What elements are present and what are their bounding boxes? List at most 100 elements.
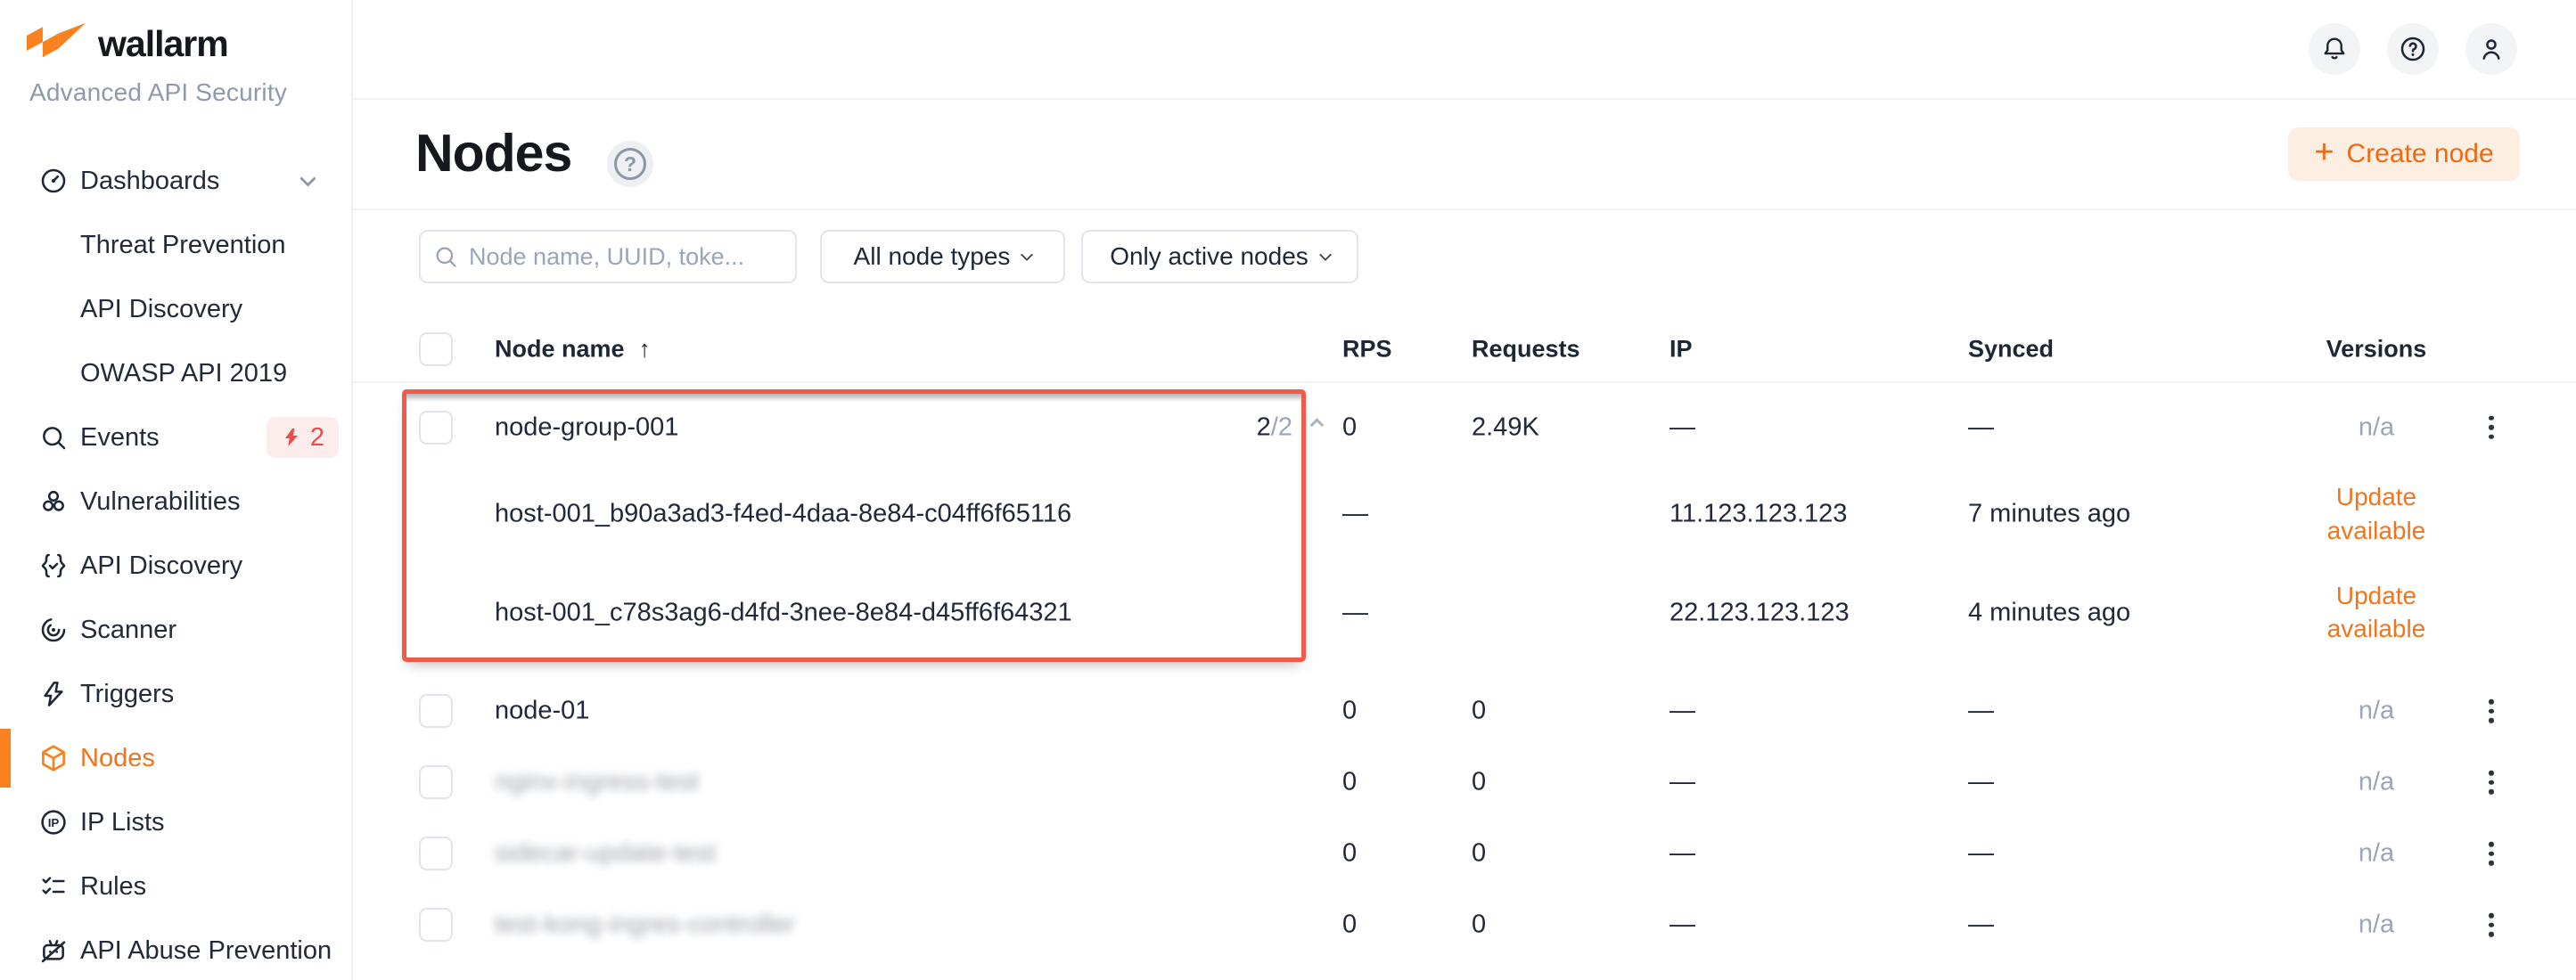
sidebar-item-api-discovery-dashboard[interactable]: API Discovery [0, 277, 351, 341]
row-checkbox[interactable] [419, 908, 453, 942]
row-checkbox[interactable] [419, 837, 453, 870]
sidebar-item-api-discovery[interactable]: API Discovery [0, 534, 351, 598]
table-row[interactable]: test-kong-ingres-controller 0 0 — — n/a [353, 889, 2576, 960]
create-node-button[interactable]: + Create node [2288, 127, 2520, 181]
requests-value: 0 [1472, 697, 1486, 726]
column-requests[interactable]: Requests [1472, 336, 1580, 363]
braces-check-icon [37, 550, 70, 582]
node-type-filter[interactable]: All node types [820, 230, 1065, 283]
rps-value: 0 [1342, 839, 1357, 869]
ip-value: — [1669, 412, 1695, 442]
sidebar-item-label: Events [80, 423, 160, 453]
sidebar-item-label: API Abuse Prevention [80, 936, 332, 966]
ip-value: — [1669, 768, 1695, 797]
sidebar-item-label: API Discovery [80, 551, 242, 581]
row-menu-button[interactable] [2478, 842, 2505, 866]
count-total: /2 [1271, 412, 1292, 441]
select-all-checkbox[interactable] [419, 332, 453, 366]
collapse-group-icon[interactable] [1310, 418, 1325, 432]
svg-text:IP: IP [48, 816, 60, 829]
count-active: 2 [1257, 412, 1271, 441]
column-synced[interactable]: Synced [1968, 336, 2054, 363]
sidebar-item-vulnerabilities[interactable]: Vulnerabilities [0, 470, 351, 534]
topbar [353, 0, 2576, 100]
update-available-link[interactable]: Update available [2303, 480, 2450, 548]
row-checkbox[interactable] [419, 765, 453, 799]
node-name-redacted: sidecar-update-test [495, 839, 716, 869]
sidebar-item-threat-prevention[interactable]: Threat Prevention [0, 213, 351, 277]
sidebar-item-label: API Discovery [80, 295, 242, 324]
column-versions[interactable]: Versions [2269, 336, 2483, 363]
bell-icon [2320, 35, 2349, 63]
help-button[interactable] [2387, 23, 2439, 75]
sidebar-item-ip-lists[interactable]: IP IP Lists [0, 790, 351, 854]
row-menu-button[interactable] [2478, 415, 2505, 439]
column-ip[interactable]: IP [1669, 336, 1693, 363]
scanner-spiral-icon [37, 614, 70, 646]
sidebar-item-label: Triggers [80, 680, 174, 709]
plus-icon: + [2314, 134, 2334, 172]
brand-subtitle: Advanced API Security [29, 78, 287, 107]
sidebar-item-dashboards[interactable]: Dashboards [0, 149, 351, 213]
nodes-page: wallarm Advanced API Security Dashboards… [0, 0, 2576, 980]
row-checkbox[interactable] [419, 411, 453, 445]
page-title: Nodes [415, 123, 571, 184]
sidebar-nav: Dashboards Threat Prevention API Discove… [0, 149, 351, 980]
sidebar-item-label: Threat Prevention [80, 231, 286, 260]
table-row-group[interactable]: node-group-001 2/2 0 2.49K — — n/a [353, 389, 2576, 465]
versions-value: n/a [2269, 911, 2483, 940]
notifications-button[interactable] [2309, 23, 2360, 75]
column-node-name[interactable]: Node name↑ [495, 336, 651, 363]
events-count: 2 [310, 423, 324, 453]
table-row[interactable]: sidecar-update-test 0 0 — — n/a [353, 818, 2576, 889]
biohazard-icon [37, 486, 70, 518]
sidebar-item-events[interactable]: Events 2 [0, 405, 351, 470]
row-menu-button[interactable] [2478, 699, 2505, 723]
account-button[interactable] [2465, 23, 2517, 75]
brand-name: wallarm [98, 23, 228, 65]
synced-value: — [1968, 911, 1994, 940]
versions-value: n/a [2269, 768, 2483, 797]
chevron-down-icon [1021, 248, 1033, 260]
sidebar-item-scanner[interactable]: Scanner [0, 598, 351, 662]
sidebar-item-nodes[interactable]: Nodes [0, 726, 351, 790]
table-row-group-instance[interactable]: host-001_b90a3ad3-f4ed-4daa-8e84-c04ff6f… [353, 465, 2576, 563]
ip-value: 22.123.123.123 [1669, 598, 1850, 627]
header-divider [353, 381, 2576, 383]
row-menu-button[interactable] [2478, 771, 2505, 795]
nodes-hexagon-icon [37, 742, 70, 774]
ip-value: — [1669, 839, 1695, 869]
sidebar-item-owasp-api-2019[interactable]: OWASP API 2019 [0, 341, 351, 405]
update-available-link[interactable]: Update available [2303, 579, 2450, 647]
table-row[interactable]: node-01 0 0 — — n/a [353, 675, 2576, 747]
table-header: Node name↑ RPS Requests IP Synced Versio… [353, 317, 2576, 381]
sidebar: wallarm Advanced API Security Dashboards… [0, 0, 353, 980]
table-row-group-instance[interactable]: host-001_c78s3ag6-d4fd-3nee-8e84-d45ff6f… [353, 563, 2576, 662]
rps-value: 0 [1342, 768, 1357, 797]
rps-value: 0 [1342, 412, 1357, 442]
sidebar-item-label: Rules [80, 872, 146, 902]
gauge-icon [37, 165, 70, 197]
sidebar-item-api-abuse-prevention[interactable]: API Abuse Prevention [0, 919, 351, 980]
sidebar-item-label: Dashboards [80, 167, 219, 196]
requests-value: 2.49K [1472, 412, 1539, 442]
sidebar-item-label: Nodes [80, 744, 155, 773]
instance-name: host-001_b90a3ad3-f4ed-4daa-8e84-c04ff6f… [495, 500, 1071, 529]
search-input[interactable] [469, 243, 783, 271]
question-icon: ? [614, 148, 646, 180]
table-row[interactable]: nginx-ingress-test 0 0 — — n/a [353, 747, 2576, 818]
active-nodes-filter[interactable]: Only active nodes [1081, 230, 1358, 283]
requests-value: 0 [1472, 911, 1486, 940]
row-checkbox[interactable] [419, 694, 453, 728]
sidebar-item-rules[interactable]: Rules [0, 854, 351, 919]
page-help-button[interactable]: ? [607, 141, 653, 187]
sidebar-item-triggers[interactable]: Triggers [0, 662, 351, 726]
sidebar-item-label: Vulnerabilities [80, 487, 240, 517]
row-menu-button[interactable] [2478, 913, 2505, 937]
sidebar-item-label: IP Lists [80, 808, 165, 837]
column-rps[interactable]: RPS [1342, 336, 1392, 363]
ip-value: — [1669, 911, 1695, 940]
versions-cell: Update available [2269, 480, 2483, 548]
sort-asc-icon: ↑ [639, 336, 652, 363]
active-nodes-filter-label: Only active nodes [1110, 242, 1309, 271]
